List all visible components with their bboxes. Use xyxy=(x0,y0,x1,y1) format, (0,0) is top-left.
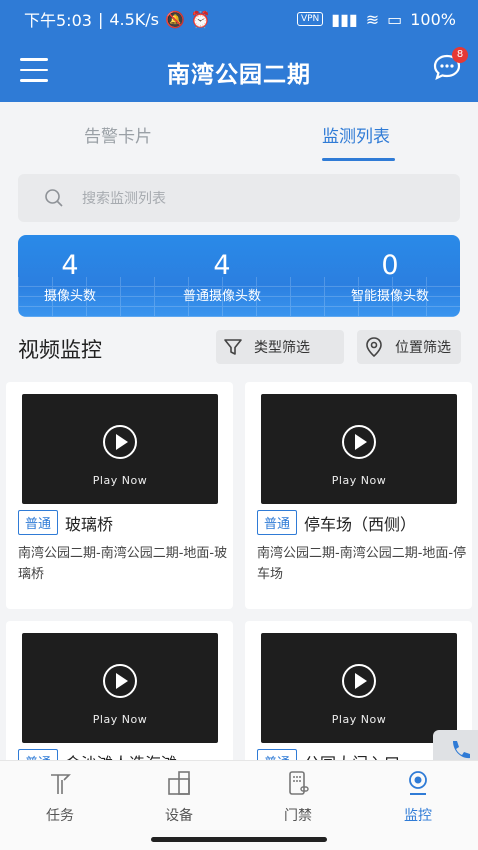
video-player[interactable]: Play Now xyxy=(22,633,218,743)
location-pin-icon xyxy=(366,337,382,358)
mute-icon: 🔕 xyxy=(165,9,185,29)
vpn-icon: VPN xyxy=(296,12,324,26)
location-filter-button[interactable]: 位置筛选 xyxy=(357,330,461,364)
tab-monitor-list[interactable]: 监测列表 xyxy=(322,122,390,147)
stat-normal-cameras: 4 普通摄像头数 xyxy=(182,250,261,304)
stat-smart-cameras: 0 智能摄像头数 xyxy=(350,250,429,304)
message-badge: 8 xyxy=(452,47,468,63)
nav-access-control[interactable]: 门禁 xyxy=(258,769,338,825)
section-title: 视频监控 xyxy=(18,338,102,362)
keypad-icon xyxy=(289,771,309,795)
battery-icon: ▭ xyxy=(387,9,403,29)
wifi-icon: ≋ xyxy=(365,9,380,29)
nav-devices[interactable]: 设备 xyxy=(139,769,219,825)
search-input[interactable]: 搜索监测列表 xyxy=(18,174,460,222)
camera-type-tag: 普通 xyxy=(257,510,298,535)
camera-card[interactable]: Play Now 普通 停车场（西侧） 南湾公园二期-南湾公园二期-地面-停车场 xyxy=(245,382,472,609)
stats-panel: 4 摄像头数 4 普通摄像头数 0 智能摄像头数 xyxy=(18,235,460,317)
camera-name: 玻璃桥 xyxy=(65,514,114,534)
video-player[interactable]: Play Now xyxy=(261,633,457,743)
camera-card[interactable]: Play Now 普通 玻璃桥 南湾公园二期-南湾公园二期-地面-玻璃桥 xyxy=(6,382,233,609)
play-icon[interactable] xyxy=(103,664,137,698)
tab-alert-cards[interactable]: 告警卡片 xyxy=(84,122,152,147)
camera-address: 南湾公园二期-南湾公园二期-地面-停车场 xyxy=(257,546,467,582)
search-icon xyxy=(45,189,63,207)
network-speed: 4.5K/s xyxy=(109,9,159,29)
filter-icon xyxy=(224,339,242,355)
alarm-icon: ⏰ xyxy=(190,9,211,29)
app-bar: 南湾公园二期 8 xyxy=(0,38,478,102)
camera-address: 南湾公园二期-南湾公园二期-地面-玻璃桥 xyxy=(18,546,228,582)
video-player[interactable]: Play Now xyxy=(261,394,457,504)
nav-tasks[interactable]: 任务 xyxy=(20,769,100,825)
stat-cameras: 4 摄像头数 xyxy=(43,250,96,304)
page-title: 南湾公园二期 xyxy=(167,62,311,88)
status-bar: 下午5:03 | 4.5K/s 🔕 ⏰ VPN ▮▮▮ ≋ ▭ 100% xyxy=(0,0,478,38)
video-player[interactable]: Play Now xyxy=(22,394,218,504)
tab-bar: 告警卡片 监测列表 xyxy=(0,102,478,164)
battery-percent: 100% xyxy=(410,9,456,29)
message-button[interactable]: 8 xyxy=(432,47,468,82)
task-icon xyxy=(51,774,71,794)
play-icon[interactable] xyxy=(342,664,376,698)
device-icon xyxy=(168,771,190,795)
signal-icon: ▮▮▮ xyxy=(331,9,358,29)
active-tab-indicator xyxy=(322,158,395,161)
play-icon[interactable] xyxy=(342,425,376,459)
camera-name: 停车场（西侧） xyxy=(304,514,417,534)
status-time: 下午5:03 xyxy=(24,11,92,30)
camera-type-tag: 普通 xyxy=(18,510,59,535)
camera-icon xyxy=(409,771,427,795)
type-filter-button[interactable]: 类型筛选 xyxy=(216,330,344,364)
video-section-header: 视频监控 类型筛选 位置筛选 xyxy=(18,330,461,366)
camera-card[interactable]: Play Now 普通 金沙滩人造海滩 xyxy=(6,621,233,781)
home-indicator[interactable] xyxy=(151,837,327,842)
search-placeholder: 搜索监测列表 xyxy=(82,191,166,207)
play-icon[interactable] xyxy=(103,425,137,459)
nav-monitoring[interactable]: 监控 xyxy=(378,769,458,825)
